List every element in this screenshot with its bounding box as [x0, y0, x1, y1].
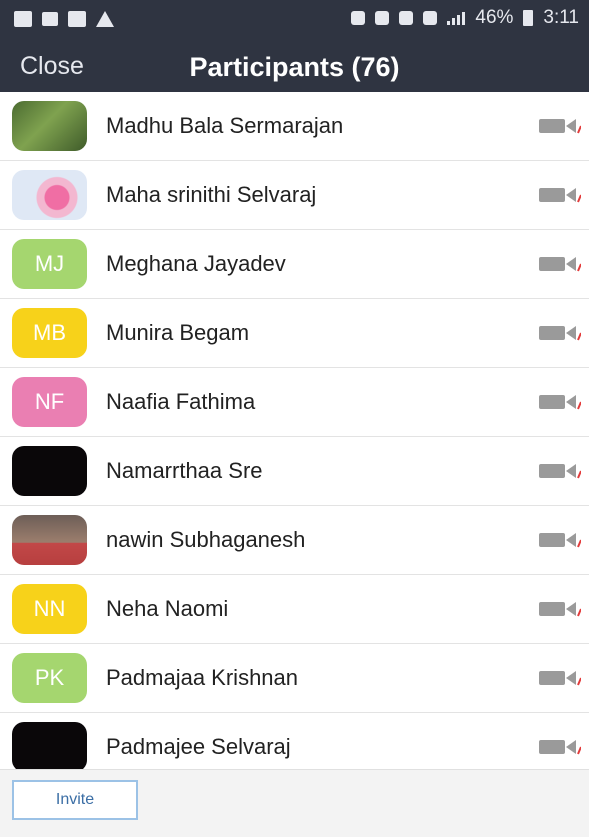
- participant-name: Neha Naomi: [106, 596, 229, 621]
- mute-icon: [351, 11, 366, 25]
- participant-name: Naafia Fathima: [106, 389, 256, 414]
- video-off-icon[interactable]: [539, 738, 581, 756]
- participant-avatar: [12, 515, 87, 565]
- participant-avatar: MJ: [12, 239, 87, 289]
- status-left-icons: [14, 8, 114, 30]
- participants-list: Madhu Bala Sermarajan Maha srinithi Selv…: [0, 92, 589, 782]
- participant-avatar: [12, 170, 87, 220]
- page-title: Participants (76): [189, 52, 400, 82]
- participant-row[interactable]: Namarrthaa Sre: [0, 437, 589, 506]
- status-bar: 46% 3:11: [0, 0, 589, 40]
- avatar-initials: PK: [34, 665, 65, 690]
- video-off-icon[interactable]: [539, 117, 581, 135]
- participant-row[interactable]: MJ Meghana Jayadev: [0, 230, 589, 299]
- warning-icon: [96, 11, 114, 27]
- video-off-icon[interactable]: [539, 669, 581, 687]
- avatar-initials: NN: [33, 596, 66, 621]
- invite-button[interactable]: Invite: [12, 780, 138, 820]
- participant-name: Padmajaa Krishnan: [106, 665, 299, 690]
- volte-icon: [399, 11, 414, 25]
- footer-bar: Invite: [0, 769, 589, 837]
- participant-row[interactable]: MB Munira Begam: [0, 299, 589, 368]
- participant-name: Maha srinithi Selvaraj: [106, 182, 317, 207]
- video-off-icon[interactable]: [539, 531, 581, 549]
- video-off-icon[interactable]: [539, 324, 581, 342]
- battery-percent: 46%: [475, 7, 514, 28]
- participant-name: Padmajee Selvaraj: [106, 734, 291, 759]
- participant-avatar: [12, 722, 87, 772]
- participant-row[interactable]: Madhu Bala Sermarajan: [0, 92, 589, 161]
- alarm-icon: [375, 11, 390, 25]
- battery-icon: [523, 10, 534, 26]
- video-off-icon[interactable]: [539, 393, 581, 411]
- image-icon: [42, 12, 58, 26]
- participant-avatar: NN: [12, 584, 87, 634]
- participant-row[interactable]: NF Naafia Fathima: [0, 368, 589, 437]
- participant-name: Meghana Jayadev: [106, 251, 286, 276]
- participant-name: Namarrthaa Sre: [106, 458, 263, 483]
- participant-row[interactable]: PK Padmajaa Krishnan: [0, 644, 589, 713]
- participant-avatar: [12, 446, 87, 496]
- video-off-icon[interactable]: [539, 255, 581, 273]
- participant-avatar: PK: [12, 653, 87, 703]
- participant-row[interactable]: Maha srinithi Selvaraj: [0, 161, 589, 230]
- participant-name: Munira Begam: [106, 320, 250, 345]
- video-off-icon[interactable]: [539, 186, 581, 204]
- video-notification-icon: [68, 11, 86, 27]
- participant-row[interactable]: nawin Subhaganesh: [0, 506, 589, 575]
- participant-name: Madhu Bala Sermarajan: [106, 113, 344, 138]
- top-bar: 46% 3:11 Close Participants (76): [0, 0, 589, 92]
- participant-avatar: [12, 101, 87, 151]
- participant-name: nawin Subhaganesh: [106, 527, 306, 552]
- notification-icon: [14, 11, 32, 27]
- video-off-icon[interactable]: [539, 600, 581, 618]
- video-off-icon[interactable]: [539, 462, 581, 480]
- lte-icon: [423, 11, 438, 25]
- status-right-icons: 46% 3:11: [351, 6, 579, 30]
- participant-avatar: MB: [12, 308, 87, 358]
- participant-row[interactable]: NN Neha Naomi: [0, 575, 589, 644]
- avatar-initials: MB: [33, 320, 66, 345]
- avatar-initials: NF: [34, 389, 65, 414]
- clock-time: 3:11: [543, 7, 579, 28]
- signal-icon: [447, 11, 466, 25]
- participant-avatar: NF: [12, 377, 87, 427]
- avatar-initials: MJ: [34, 251, 65, 276]
